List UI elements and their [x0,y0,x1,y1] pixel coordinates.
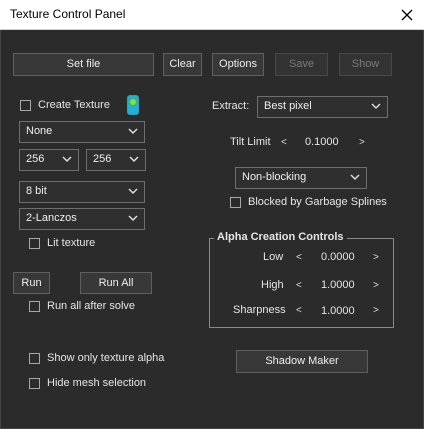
sharpness-decrement-button[interactable]: < [296,305,302,316]
low-label: Low [263,251,284,263]
show-alpha-box[interactable] [29,352,40,364]
options-button[interactable]: Options [212,53,264,76]
hide-mesh-selection-checkbox[interactable]: Hide mesh selection [29,377,146,389]
panel-body: Set file Clear Options Save Show Create … [0,30,424,429]
toggle-indicator-icon[interactable] [127,95,139,115]
sharpness-increment-button[interactable]: > [373,305,379,316]
texture-source-select[interactable]: None [19,121,145,143]
chevron-down-icon [350,174,360,181]
chevron-down-icon [128,128,138,135]
run-button[interactable]: Run [13,272,50,294]
create-texture-box[interactable] [20,99,31,111]
hide-mesh-box[interactable] [29,377,40,389]
tilt-decrement-button[interactable]: < [281,137,287,148]
chevron-down-icon [371,103,381,110]
width-select[interactable]: 256 [19,149,79,171]
low-increment-button[interactable]: > [373,252,379,263]
height-value: 256 [93,153,112,165]
close-button[interactable] [390,0,424,30]
sharpness-label: Sharpness [233,304,286,316]
chevron-down-icon [128,215,138,222]
status-dot [129,98,137,106]
run-after-solve-checkbox[interactable]: Run all after solve [29,300,135,312]
save-button[interactable]: Save [275,53,328,76]
run-after-solve-label: Run all after solve [47,300,136,312]
filter-value: 2-Lanczos [26,212,77,224]
show-button[interactable]: Show [339,53,392,76]
chevron-down-icon [62,156,72,163]
blocking-select[interactable]: Non-blocking [235,167,367,189]
height-select[interactable]: 256 [86,149,146,171]
lit-texture-box[interactable] [29,237,40,249]
tilt-limit-label: Tilt Limit [230,136,271,148]
lit-texture-label: Lit texture [47,237,96,249]
bit-depth-select[interactable]: 8 bit [19,181,145,203]
create-texture-label: Create Texture [38,99,110,111]
extract-label: Extract: [212,100,250,112]
low-value[interactable]: 0.0000 [321,251,355,263]
window-title: Texture Control Panel [10,7,126,21]
width-value: 256 [26,153,45,165]
title-bar: Texture Control Panel [0,0,424,30]
bit-depth-value: 8 bit [26,185,47,197]
create-texture-checkbox[interactable]: Create Texture [20,99,110,111]
run-after-solve-box[interactable] [29,300,40,312]
high-decrement-button[interactable]: < [296,280,302,291]
high-increment-button[interactable]: > [373,280,379,291]
run-all-button[interactable]: Run All [80,272,152,294]
filter-select[interactable]: 2-Lanczos [19,208,145,230]
set-file-button[interactable]: Set file [13,53,154,76]
show-texture-alpha-checkbox[interactable]: Show only texture alpha [29,352,164,364]
blocked-label: Blocked by Garbage Splines [248,196,387,208]
tilt-increment-button[interactable]: > [359,137,365,148]
low-decrement-button[interactable]: < [296,252,302,263]
lit-texture-checkbox[interactable]: Lit texture [29,237,95,249]
close-icon [401,9,413,21]
chevron-down-icon [128,188,138,195]
blocking-value: Non-blocking [242,171,307,183]
clear-button[interactable]: Clear [163,53,202,76]
tilt-limit-value[interactable]: 0.1000 [305,136,339,148]
alpha-group-title: Alpha Creation Controls [214,231,347,243]
show-alpha-label: Show only texture alpha [47,352,165,364]
shadow-maker-button[interactable]: Shadow Maker [236,350,368,373]
hide-mesh-label: Hide mesh selection [47,377,147,389]
sharpness-value[interactable]: 1.0000 [321,305,355,317]
texture-source-value: None [26,125,53,137]
high-value[interactable]: 1.0000 [321,279,355,291]
extract-value: Best pixel [264,100,312,112]
blocked-by-garbage-splines-checkbox[interactable]: Blocked by Garbage Splines [230,196,387,208]
blocked-box[interactable] [230,196,241,208]
chevron-down-icon [129,156,139,163]
extract-select[interactable]: Best pixel [257,96,388,118]
high-label: High [261,279,284,291]
